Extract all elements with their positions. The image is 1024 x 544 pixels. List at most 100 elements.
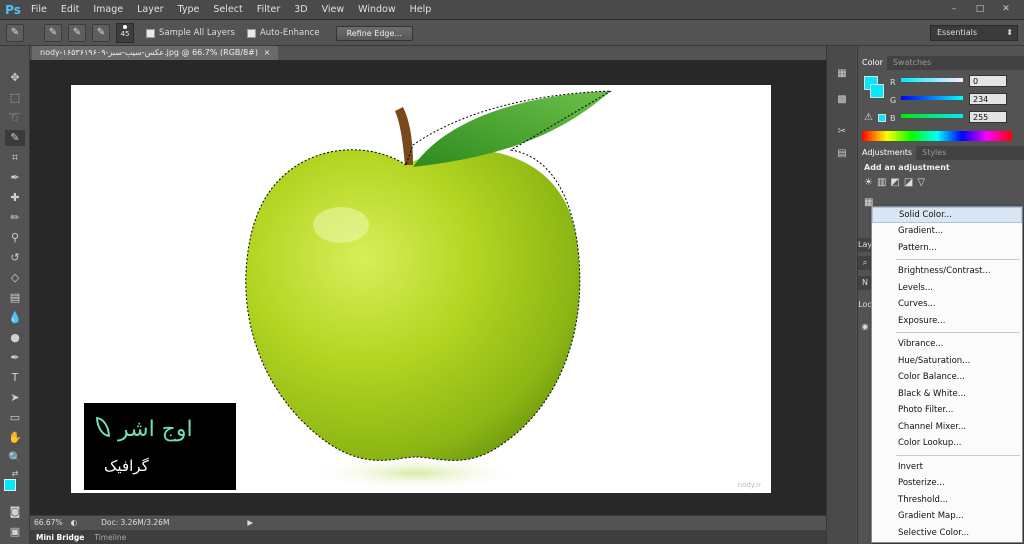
menu-filter[interactable]: Filter: [250, 0, 288, 20]
menu-item-gradient[interactable]: Gradient...: [872, 223, 1022, 240]
brush-tool-icon[interactable]: ✏: [5, 210, 25, 226]
dodge-tool-icon[interactable]: ●: [5, 330, 25, 346]
exposure-icon[interactable]: ◪: [904, 177, 913, 188]
tab-styles[interactable]: Styles: [918, 146, 950, 160]
menu-item-color-lookup[interactable]: Color Lookup...: [872, 435, 1022, 452]
menu-item-invert[interactable]: Invert: [872, 459, 1022, 476]
subtract-from-selection-icon[interactable]: ✎: [92, 24, 110, 42]
menu-window[interactable]: Window: [351, 0, 402, 20]
brush-panel-icon[interactable]: ✂: [835, 126, 849, 140]
path-selection-tool-icon[interactable]: ➤: [5, 390, 25, 406]
image-canvas[interactable]: nody.ir اوج اشر گرافیک: [71, 85, 771, 493]
workspace-select[interactable]: Essentials ⬍: [930, 25, 1018, 41]
menu-layer[interactable]: Layer: [130, 0, 171, 20]
tab-timeline[interactable]: Timeline: [94, 533, 126, 542]
menu-3d[interactable]: 3D: [287, 0, 314, 20]
close-window-button[interactable]: ✕: [996, 2, 1016, 16]
healing-brush-tool-icon[interactable]: ✚: [5, 190, 25, 206]
curves-icon[interactable]: ◩: [890, 177, 899, 188]
menu-item-selective-color[interactable]: Selective Color...: [872, 525, 1022, 542]
web-safe-swatch[interactable]: [878, 114, 886, 122]
tab-color[interactable]: Color: [858, 56, 887, 70]
document-tab[interactable]: nody-۱۶۵۳۶۱۹۶۰۹-عکس-سیب-سبز.jpg @ 66.7% …: [32, 46, 279, 60]
status-menu-arrow-icon[interactable]: ▶: [247, 518, 253, 527]
quick-mask-icon[interactable]: ◙: [5, 504, 25, 520]
green-slider[interactable]: [901, 96, 963, 100]
menu-view[interactable]: View: [315, 0, 352, 20]
eraser-tool-icon[interactable]: ◇: [5, 270, 25, 286]
menu-item-exposure[interactable]: Exposure...: [872, 313, 1022, 330]
screen-mode-icon[interactable]: ▣: [5, 524, 25, 540]
menu-type[interactable]: Type: [171, 0, 207, 20]
tab-swatches[interactable]: Swatches: [889, 56, 935, 70]
quick-selection-tool-preset-icon[interactable]: ✎: [6, 24, 24, 42]
menu-help[interactable]: Help: [403, 0, 439, 20]
menu-item-hue-saturation[interactable]: Hue/Saturation...: [872, 353, 1022, 370]
lasso-tool-icon[interactable]: ➰: [5, 110, 25, 126]
gradient-fill-icon[interactable]: ▽: [917, 177, 925, 188]
color-bg-swatch[interactable]: [870, 84, 884, 98]
crop-tool-icon[interactable]: ⌗: [5, 150, 25, 166]
menu-item-channel-mixer[interactable]: Channel Mixer...: [872, 419, 1022, 436]
hand-tool-icon[interactable]: ✋: [5, 430, 25, 446]
auto-enhance-checkbox[interactable]: [246, 28, 256, 38]
red-value-input[interactable]: 0: [969, 75, 1007, 87]
menu-item-black-white[interactable]: Black & White...: [872, 386, 1022, 403]
tab-mini-bridge[interactable]: Mini Bridge: [36, 533, 84, 542]
clone-source-panel-icon[interactable]: ▤: [835, 148, 849, 162]
status-info-icon[interactable]: ◐: [71, 518, 78, 527]
auto-enhance-option[interactable]: Auto-Enhance: [246, 28, 320, 38]
maximize-button[interactable]: □: [970, 2, 990, 16]
eyedropper-tool-icon[interactable]: ✒: [5, 170, 25, 186]
zoom-level[interactable]: 66.67%: [34, 518, 63, 527]
menu-item-solid-color[interactable]: Solid Color...: [872, 207, 1022, 223]
menu-select[interactable]: Select: [206, 0, 249, 20]
menu-edit[interactable]: Edit: [54, 0, 86, 20]
visibility-eye-icon[interactable]: ◉: [858, 320, 872, 334]
menu-item-photo-filter[interactable]: Photo Filter...: [872, 402, 1022, 419]
sample-all-layers-checkbox[interactable]: [146, 28, 155, 38]
blue-slider[interactable]: [901, 114, 963, 118]
menu-item-brightness-contrast[interactable]: Brightness/Contrast...: [872, 263, 1022, 280]
refine-edge-button[interactable]: Refine Edge...: [335, 25, 414, 41]
blur-tool-icon[interactable]: 💧: [5, 310, 25, 326]
minimize-button[interactable]: –: [944, 2, 964, 16]
menu-file[interactable]: File: [24, 0, 54, 20]
red-slider[interactable]: [901, 78, 963, 82]
add-to-selection-icon[interactable]: ✎: [68, 24, 86, 42]
clone-stamp-tool-icon[interactable]: ⚲: [5, 230, 25, 246]
foreground-color-swatch[interactable]: [4, 479, 16, 491]
tab-adjustments[interactable]: Adjustments: [858, 146, 917, 160]
move-tool-icon[interactable]: ✥: [5, 70, 25, 86]
quick-selection-tool-icon[interactable]: ✎: [5, 130, 25, 146]
menu-item-threshold[interactable]: Threshold...: [872, 492, 1022, 509]
properties-panel-icon[interactable]: ▩: [835, 94, 849, 108]
levels-icon[interactable]: ▥: [877, 177, 886, 188]
marquee-tool-icon[interactable]: ⬚: [5, 90, 25, 106]
green-value-input[interactable]: 234: [969, 93, 1007, 105]
layers-search-stub-icon[interactable]: ⌕: [858, 256, 872, 270]
brightness-icon[interactable]: ☀: [864, 177, 873, 188]
gradient-tool-icon[interactable]: ▤: [5, 290, 25, 306]
brush-size-picker[interactable]: 45: [116, 23, 134, 43]
menu-item-posterize[interactable]: Posterize...: [872, 475, 1022, 492]
menu-item-color-balance[interactable]: Color Balance...: [872, 369, 1022, 386]
menu-item-pattern[interactable]: Pattern...: [872, 240, 1022, 257]
zoom-tool-icon[interactable]: 🔍: [5, 450, 25, 466]
history-panel-icon[interactable]: ▦: [835, 68, 849, 82]
menu-item-vibrance[interactable]: Vibrance...: [872, 336, 1022, 353]
color-spectrum-bar[interactable]: [862, 131, 1012, 141]
type-tool-icon[interactable]: T: [5, 370, 25, 386]
menu-item-gradient-map[interactable]: Gradient Map...: [872, 508, 1022, 525]
layers-tab-stub[interactable]: Lay: [858, 238, 872, 252]
rectangle-tool-icon[interactable]: ▭: [5, 410, 25, 426]
sample-all-layers-option[interactable]: Sample All Layers: [146, 28, 235, 38]
menu-image[interactable]: Image: [86, 0, 130, 20]
history-brush-tool-icon[interactable]: ↺: [5, 250, 25, 266]
menu-item-levels[interactable]: Levels...: [872, 280, 1022, 297]
new-selection-icon[interactable]: ✎: [44, 24, 62, 42]
close-icon[interactable]: ×: [264, 48, 271, 57]
menu-item-curves[interactable]: Curves...: [872, 296, 1022, 313]
blue-value-input[interactable]: 255: [969, 111, 1007, 123]
blend-mode-stub[interactable]: N: [858, 276, 872, 290]
